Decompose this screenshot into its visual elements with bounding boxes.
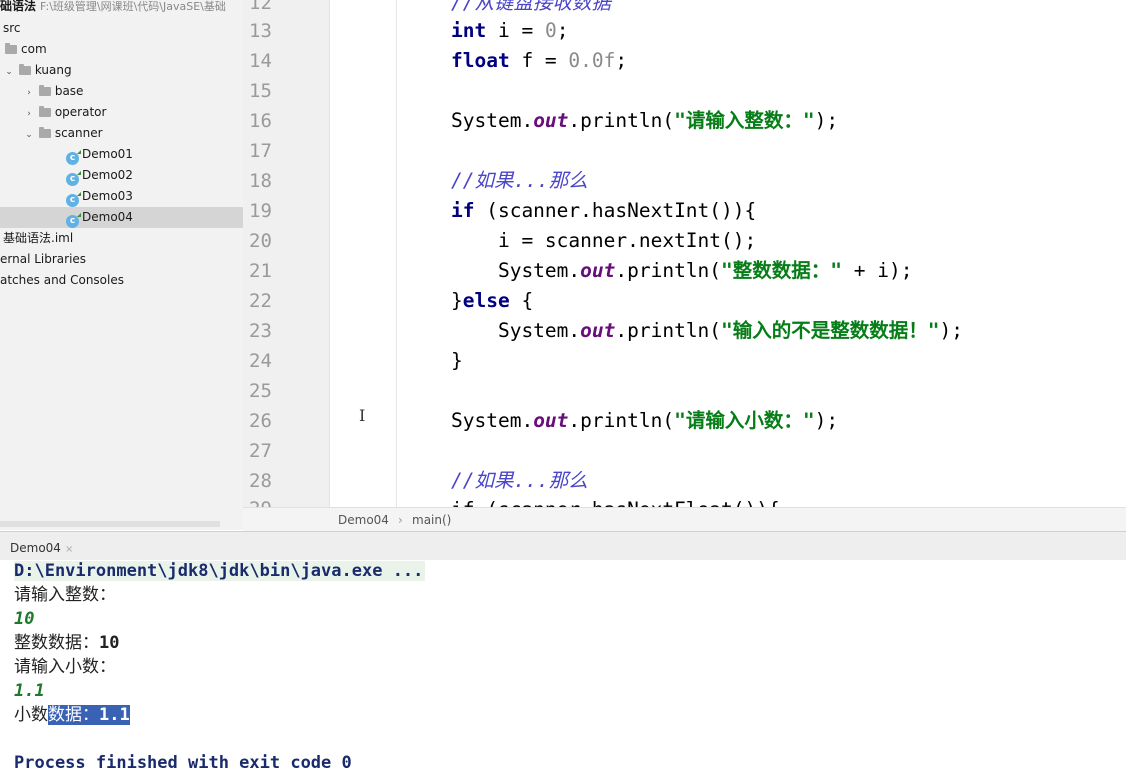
code-line-26: System.out.println("请输入小数：");: [451, 409, 839, 432]
line-number: 21: [249, 260, 272, 282]
tree-item-label: operator: [54, 105, 107, 119]
java-class-icon: c: [66, 150, 81, 165]
tree-item-label: Demo01: [82, 147, 133, 161]
line-number: 18: [249, 170, 272, 192]
run-tool-window-tabs: Demo04 ×: [0, 531, 1126, 561]
code-line-28: //如果...那么: [451, 469, 588, 492]
java-class-icon: c: [66, 213, 81, 228]
tree-item-scratches[interactable]: atches and Consoles: [0, 270, 243, 291]
tree-item-label: com: [21, 42, 47, 56]
project-tool-window: 础语法 F:\班级管理\网课班\代码\JavaSE\基础 src com ⌄ ku…: [0, 0, 243, 530]
line-number-gutter: 12 13 14 15 16 17 18 19 20 21 22 23 24 2…: [243, 0, 330, 520]
code-line-13: int i = 0;: [451, 19, 569, 42]
console-prompt-float: 请输入小数：: [14, 657, 116, 677]
line-number: 28: [249, 470, 272, 492]
console-prompt-int: 请输入整数：: [14, 585, 116, 605]
chevron-right-icon[interactable]: ›: [23, 104, 35, 125]
line-number: 13: [249, 20, 272, 42]
horizontal-scrollbar[interactable]: [0, 521, 220, 527]
line-number: 22: [249, 290, 272, 312]
chevron-down-icon[interactable]: ⌄: [23, 125, 35, 146]
line-number: 26: [249, 410, 272, 432]
line-number: 25: [249, 380, 272, 402]
tree-item-scanner[interactable]: ⌄ scanner: [0, 123, 243, 144]
code-line-14: float f = 0.0f;: [451, 49, 628, 72]
java-class-icon: c: [66, 192, 81, 207]
tree-item-label: Demo03: [82, 189, 133, 203]
breadcrumb-class[interactable]: Demo04: [338, 508, 389, 532]
line-number: 27: [249, 440, 272, 462]
line-number: 15: [249, 80, 272, 102]
tree-item-com[interactable]: com: [0, 39, 243, 60]
console-result-float: 小数数据：1.1: [14, 705, 130, 725]
project-root-header[interactable]: 础语法 F:\班级管理\网课班\代码\JavaSE\基础: [0, 0, 243, 17]
code-line-21: System.out.println("整数数据：" + i);: [451, 259, 913, 282]
java-class-icon: c: [66, 171, 81, 186]
console-input-float: 1.1: [14, 681, 45, 701]
tree-item-base[interactable]: › base: [0, 81, 243, 102]
line-number: 23: [249, 320, 272, 342]
tree-item-operator[interactable]: › operator: [0, 102, 243, 123]
folder-icon: [38, 106, 51, 117]
code-line-23: System.out.println("输入的不是整数数据！");: [451, 319, 964, 342]
breadcrumb-separator: ›: [398, 513, 403, 527]
code-line-24: }: [451, 349, 463, 372]
tab-label: Demo04: [10, 541, 61, 555]
console-result-int: 整数数据：10: [14, 633, 120, 653]
breadcrumb: Demo04 › main(): [243, 507, 1126, 532]
console-exit-message: Process finished with exit code 0: [14, 753, 352, 773]
code-line-16: System.out.println("请输入整数：");: [451, 109, 839, 132]
code-line-20: i = scanner.nextInt();: [451, 229, 757, 252]
folder-icon: [38, 127, 51, 138]
code-line-22: }else {: [451, 289, 534, 312]
run-console[interactable]: D:\Environment\jdk8\jdk\bin\java.exe ...…: [0, 560, 1126, 781]
line-number: 19: [249, 200, 272, 222]
tree-item-external-libraries[interactable]: ernal Libraries: [0, 249, 243, 270]
tree-item-label: kuang: [34, 63, 72, 77]
folder-icon: [18, 64, 31, 75]
tree-item-iml[interactable]: 基础语法.iml: [0, 228, 243, 249]
breadcrumb-method[interactable]: main(): [412, 508, 451, 532]
code-line-19: if (scanner.hasNextInt()){: [451, 199, 757, 222]
tree-item-demo01[interactable]: c Demo01: [0, 144, 243, 165]
tree-item-label: Demo02: [82, 168, 133, 182]
line-number: 16: [249, 110, 272, 132]
tree-item-label: base: [54, 84, 84, 98]
line-number: 14: [249, 50, 272, 72]
tree-item-demo03[interactable]: c Demo03: [0, 186, 243, 207]
tree-item-label: scanner: [54, 126, 103, 140]
indent-guide: [396, 0, 397, 507]
chevron-down-icon[interactable]: ⌄: [3, 62, 15, 83]
folder-icon: [5, 43, 17, 54]
text-cursor-icon: I: [359, 406, 366, 425]
close-icon[interactable]: ×: [65, 544, 73, 555]
project-root-name: 础语法: [0, 0, 37, 13]
console-input-int: 10: [14, 609, 35, 629]
tree-item-label: ernal Libraries: [0, 252, 87, 266]
tree-item-label: src: [3, 21, 21, 35]
line-number: 17: [249, 140, 272, 162]
tree-item-label: atches and Consoles: [0, 273, 124, 287]
tree-item-demo04[interactable]: c Demo04: [0, 207, 243, 228]
code-editor[interactable]: //从键盘接收数据 int i = 0; float f = 0.0f; Sys…: [330, 0, 1126, 507]
tree-item-label: Demo04: [82, 210, 133, 224]
code-line-29: if (scanner.hasNextFloat()){: [451, 495, 780, 507]
console-command-line: D:\Environment\jdk8\jdk\bin\java.exe ...: [14, 561, 426, 581]
chevron-right-icon[interactable]: ›: [23, 83, 35, 104]
tab-run-demo04[interactable]: Demo04 ×: [0, 537, 73, 559]
line-number: 24: [249, 350, 272, 372]
folder-icon: [38, 85, 51, 96]
project-root-path: F:\班级管理\网课班\代码\JavaSE\基础: [40, 0, 226, 13]
code-line-18: //如果...那么: [451, 169, 588, 192]
tree-item-kuang[interactable]: ⌄ kuang: [0, 60, 243, 81]
tree-item-demo02[interactable]: c Demo02: [0, 165, 243, 186]
line-number: 20: [249, 230, 272, 252]
tree-item-src[interactable]: src: [0, 18, 243, 39]
tree-item-label: 基础语法.iml: [3, 231, 74, 245]
